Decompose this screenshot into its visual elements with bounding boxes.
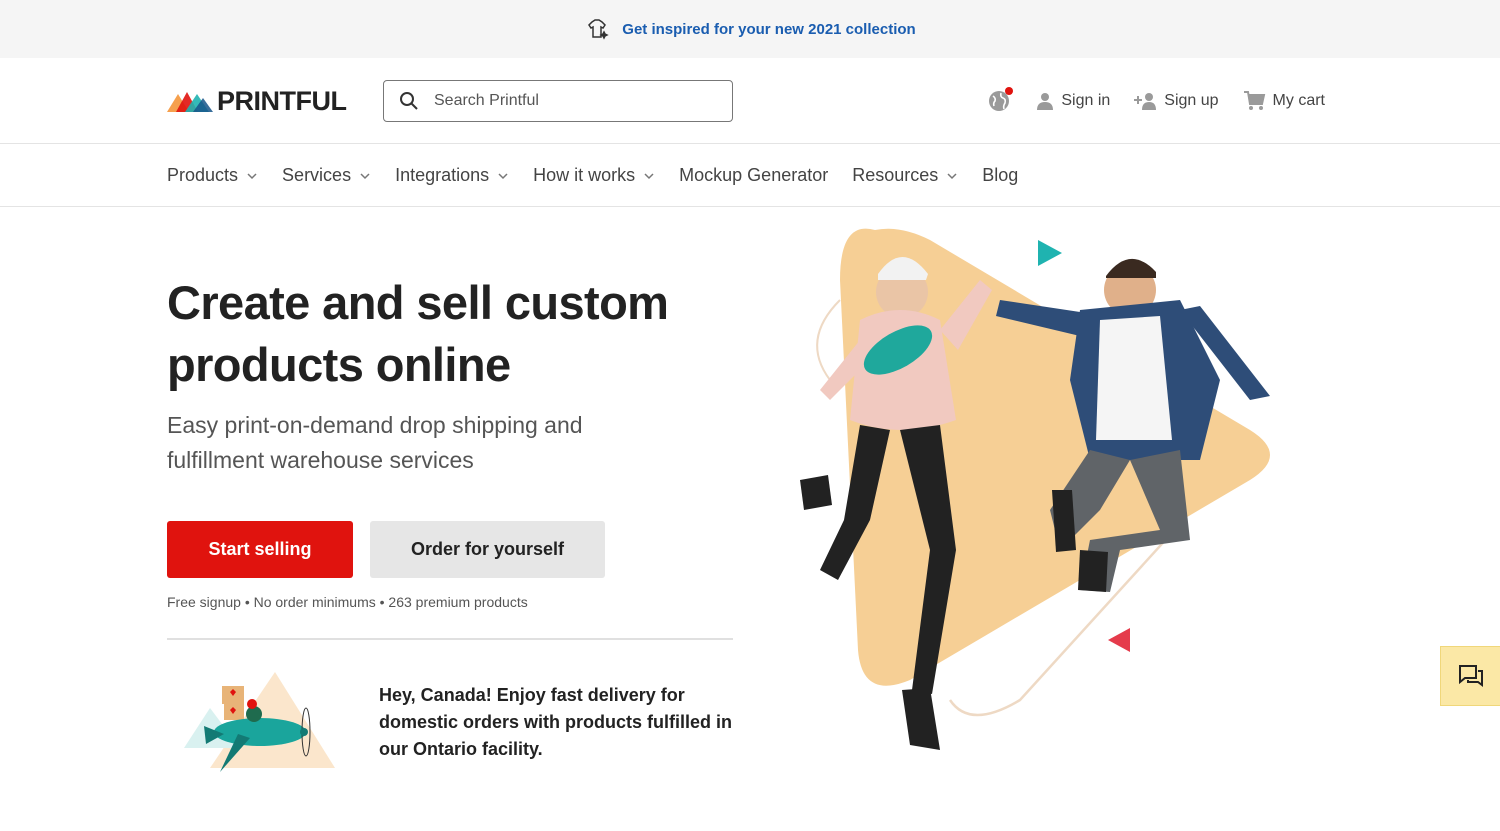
nav-item-resources[interactable]: Resources — [852, 165, 958, 186]
cart-link[interactable]: My cart — [1243, 90, 1325, 112]
nav-item-how-it-works[interactable]: How it works — [533, 165, 655, 186]
hero-people-illustration — [780, 220, 1340, 765]
chevron-down-icon — [947, 172, 957, 179]
chevron-down-icon — [498, 172, 508, 179]
nav-item-integrations[interactable]: Integrations — [395, 165, 509, 186]
notification-dot — [1005, 87, 1014, 95]
chat-button[interactable] — [1440, 646, 1500, 706]
nav-item-label: How it works — [533, 165, 636, 185]
nav-item-services[interactable]: Services — [282, 165, 371, 186]
sign-up-link[interactable]: Sign up — [1134, 91, 1219, 111]
site-header: PRINTFUL Sign in — [0, 58, 1500, 144]
language-globe-button[interactable] — [987, 87, 1014, 113]
sign-in-label: Sign in — [1061, 92, 1111, 109]
sign-up-label: Sign up — [1164, 92, 1219, 109]
search-icon — [384, 91, 434, 111]
cart-icon — [1243, 91, 1265, 110]
hero-subtitle: Easy print-on-demand drop shipping and f… — [167, 412, 583, 473]
logo-mark-icon — [167, 92, 213, 112]
canada-airplane-illustration — [180, 668, 340, 780]
sign-in-link[interactable]: Sign in — [1035, 91, 1110, 111]
nav-item-label: Services — [282, 165, 352, 185]
nav-item-mockup-generator[interactable]: Mockup Generator — [679, 165, 828, 186]
promo-bar: Get inspired for your new 2021 collectio… — [0, 0, 1500, 58]
start-selling-button[interactable]: Start selling — [167, 521, 353, 578]
nav-item-label: Blog — [982, 165, 1019, 185]
hero-title: Create and sell custom products online — [167, 276, 669, 391]
promo-link[interactable]: Get inspired for your new 2021 collectio… — [622, 21, 915, 38]
chevron-down-icon — [360, 172, 370, 179]
chevron-down-icon — [644, 172, 654, 179]
nav-item-blog[interactable]: Blog — [982, 165, 1018, 186]
search-input[interactable] — [434, 92, 714, 110]
nav-item-products[interactable]: Products — [167, 165, 258, 186]
chevron-down-icon — [247, 172, 257, 179]
printful-logo[interactable]: PRINTFUL — [167, 85, 347, 116]
nav-item-label: Integrations — [395, 165, 490, 185]
tshirt-sparkle-icon — [584, 16, 610, 42]
chat-bubbles-icon — [1458, 665, 1483, 687]
main-nav: Products Services Integrations How it wo… — [0, 145, 1500, 207]
add-user-icon — [1134, 93, 1157, 110]
user-icon — [1037, 93, 1054, 110]
search-box — [383, 80, 733, 122]
canada-delivery-text: Hey, Canada! Enjoy fast delivery for dom… — [379, 685, 733, 759]
nav-item-label: Resources — [852, 165, 939, 185]
section-divider — [167, 638, 733, 640]
perks-text: Free signup • No order minimums • 263 pr… — [167, 594, 528, 610]
nav-item-label: Products — [167, 165, 239, 185]
nav-item-label: Mockup Generator — [679, 165, 829, 185]
header-actions: Sign in Sign up My cart — [987, 86, 1325, 116]
logo-wordmark: PRINTFUL — [217, 85, 347, 116]
order-for-yourself-button[interactable]: Order for yourself — [370, 521, 605, 578]
cart-label: My cart — [1272, 92, 1325, 109]
